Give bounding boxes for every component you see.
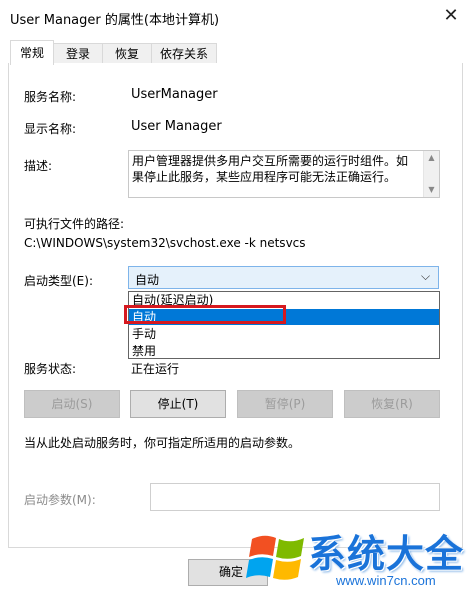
window-title: User Manager 的属性(本地计算机) [10, 13, 220, 28]
title-bar: User Manager 的属性(本地计算机) ✕ [0, 0, 472, 32]
display-name-label: 显示名称: [24, 122, 77, 136]
pause-button[interactable]: 暂停(P) [237, 390, 333, 418]
start-params-hint: 当从此处启动服务时，你可指定所适用的启动参数。 [24, 436, 301, 450]
start-params-input[interactable] [150, 483, 440, 511]
description-label: 描述: [24, 159, 53, 173]
exec-path-value: C:\WINDOWS\system32\svchost.exe -k netsv… [24, 236, 306, 250]
arrow-down-icon[interactable]: ▼ [424, 185, 439, 194]
resume-button[interactable]: 恢复(R) [344, 390, 440, 418]
display-name-value: User Manager [131, 119, 222, 134]
startup-type-value: 自动 [135, 273, 160, 287]
exec-path-label: 可执行文件的路径: [24, 217, 125, 231]
tab-recovery[interactable]: 恢复 [102, 43, 152, 64]
watermark-url: www.win7cn.com [336, 573, 436, 588]
windows-flag-icon [246, 535, 304, 580]
watermark: 系统大全 www.win7cn.com [244, 519, 472, 598]
description-text: 用户管理器提供多用户交互所需要的运行时组件。如果停止此服务，某些应用程序可能无法… [132, 154, 409, 184]
description-box[interactable]: 用户管理器提供多用户交互所需要的运行时组件。如果停止此服务，某些应用程序可能无法… [128, 150, 440, 198]
service-name-label: 服务名称: [24, 90, 77, 104]
startup-type-label: 启动类型(E): [24, 274, 93, 288]
option-manual[interactable]: 手动 [129, 326, 439, 342]
arrow-up-icon[interactable]: ▲ [424, 153, 439, 162]
tab-general[interactable]: 常规 [10, 40, 54, 65]
stop-button[interactable]: 停止(T) [130, 390, 226, 418]
chevron-down-icon[interactable]: ⌵ [421, 269, 430, 284]
description-scrollbar[interactable]: ▲ ▼ [423, 151, 439, 197]
service-status-value: 正在运行 [131, 362, 180, 376]
close-icon[interactable]: ✕ [438, 4, 464, 28]
startup-type-dropdown: 自动(延迟启动) 自动 手动 禁用 [128, 291, 440, 359]
option-disabled[interactable]: 禁用 [129, 343, 439, 359]
highlight-annotation-box [124, 305, 286, 324]
start-params-label: 启动参数(M): [24, 493, 96, 507]
service-status-label: 服务状态: [24, 362, 77, 376]
tab-logon[interactable]: 登录 [53, 43, 103, 64]
watermark-brand: 系统大全 [308, 532, 465, 576]
service-name-value: UserManager [131, 87, 218, 102]
startup-type-select[interactable]: 自动 ⌵ [128, 266, 439, 289]
tab-dependencies[interactable]: 依存关系 [151, 43, 217, 64]
start-button[interactable]: 启动(S) [24, 390, 120, 418]
